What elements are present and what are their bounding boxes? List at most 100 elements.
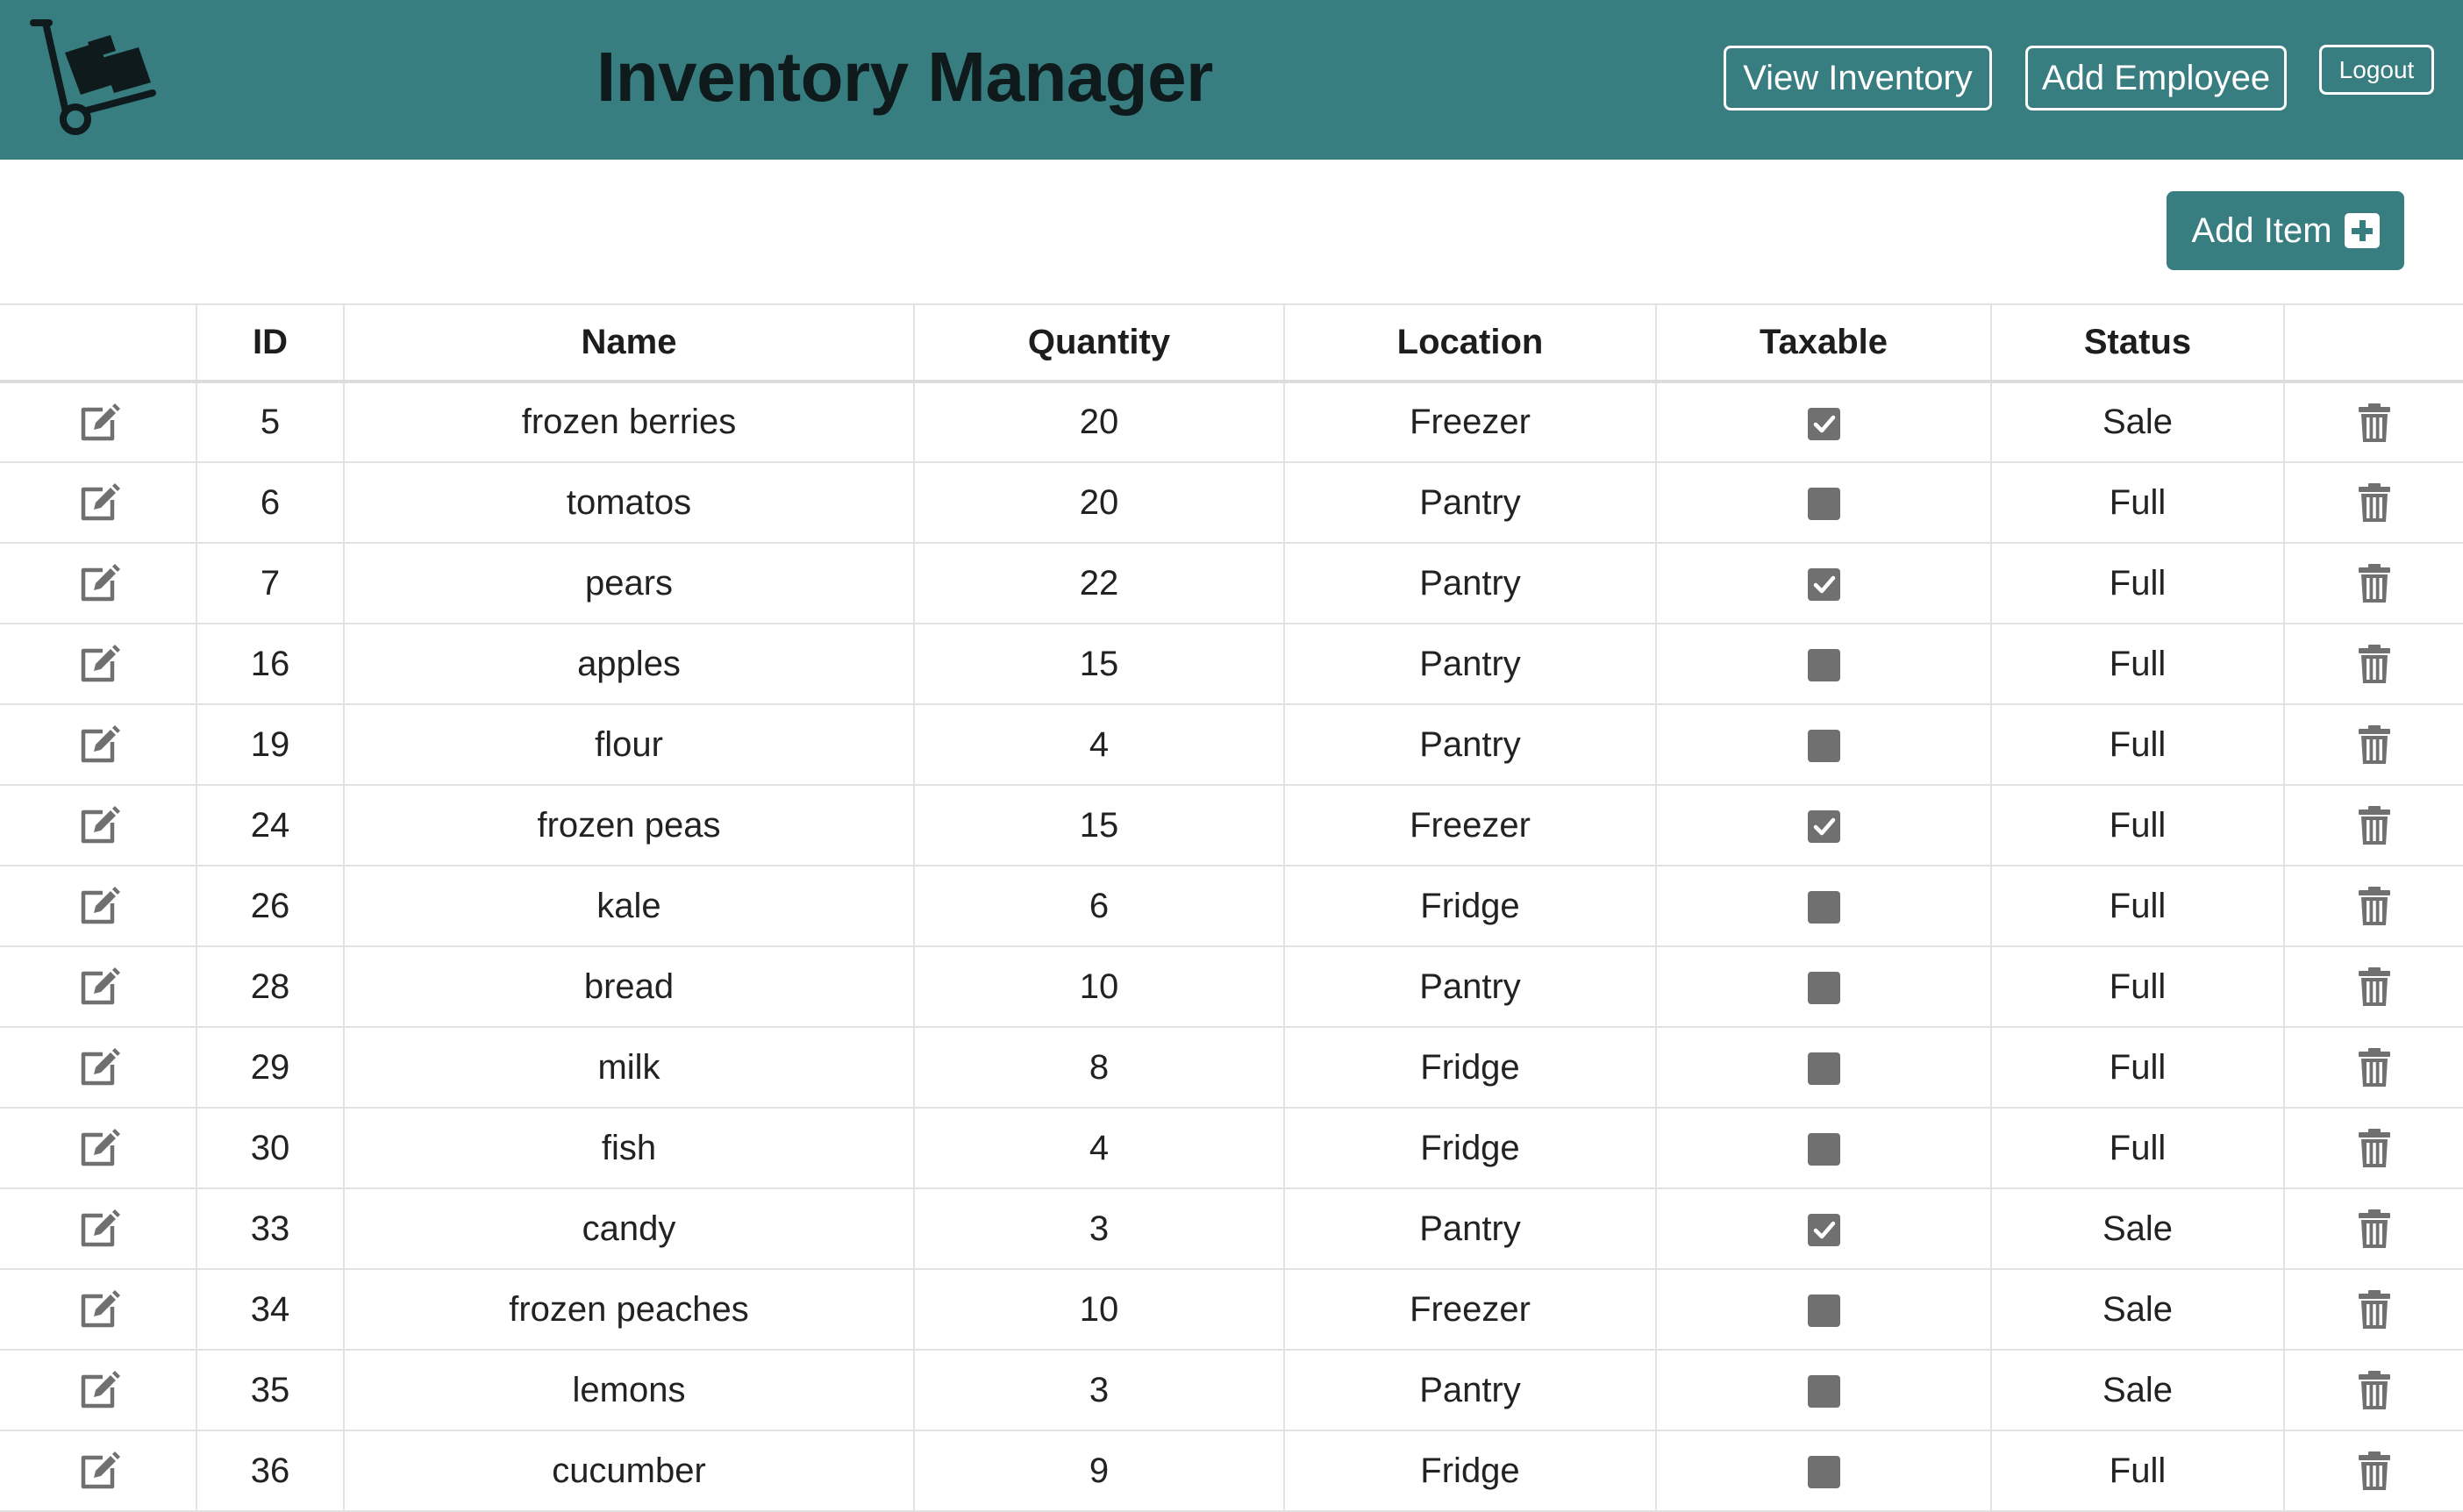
column-header-delete [2284,304,2463,382]
cell-quantity: 3 [914,1188,1285,1269]
cell-quantity: 10 [914,946,1285,1027]
taxable-checkbox[interactable] [1807,1375,1840,1409]
table-row: 36 cucumber 9 Fridge Full [0,1430,2463,1511]
trash-icon[interactable] [2352,1045,2396,1089]
edit-icon[interactable] [76,1368,120,1412]
taxable-checkbox[interactable] [1807,972,1840,1005]
cell-location: Pantry [1284,946,1657,1027]
column-header-location[interactable]: Location [1284,304,1657,382]
cell-location: Fridge [1284,1027,1657,1108]
taxable-checkbox[interactable] [1807,488,1840,521]
delete-cell [2284,785,2463,866]
trash-icon[interactable] [2352,1207,2396,1251]
cell-status: Full [1991,1430,2285,1511]
column-header-edit [0,304,197,382]
taxable-checkbox[interactable] [1807,810,1840,844]
hand-truck-icon [30,19,156,135]
cell-name: frozen berries [344,382,915,462]
trash-icon[interactable] [2352,1126,2396,1170]
column-header-status[interactable]: Status [1991,304,2285,382]
cell-status: Full [1991,1108,2285,1188]
edit-icon[interactable] [76,884,120,928]
taxable-checkbox[interactable] [1807,649,1840,682]
cell-taxable [1656,1108,1992,1188]
column-header-quantity[interactable]: Quantity [914,304,1285,382]
cell-quantity: 20 [914,382,1285,462]
trash-icon[interactable] [2352,965,2396,1009]
trash-icon[interactable] [2352,884,2396,928]
taxable-checkbox[interactable] [1807,1294,1840,1328]
add-item-button[interactable]: Add Item [2167,191,2404,270]
logout-button[interactable]: Logout [2319,45,2434,95]
edit-icon[interactable] [76,1449,120,1493]
taxable-checkbox[interactable] [1807,407,1840,440]
taxable-checkbox[interactable] [1807,891,1840,924]
edit-icon[interactable] [76,803,120,847]
view-inventory-button[interactable]: View Inventory [1724,46,1992,111]
cell-id: 6 [196,462,345,543]
cell-status: Sale [1991,382,2285,462]
cell-location: Pantry [1284,1350,1657,1430]
cell-status: Full [1991,866,2285,946]
cell-location: Pantry [1284,624,1657,704]
cell-id: 24 [196,785,345,866]
edit-cell [0,624,197,704]
taxable-checkbox[interactable] [1807,730,1840,763]
column-header-name[interactable]: Name [344,304,915,382]
cell-taxable [1656,1430,1992,1511]
edit-icon[interactable] [76,401,120,445]
trash-icon[interactable] [2352,642,2396,686]
cell-name: pears [344,543,915,624]
edit-icon[interactable] [76,965,120,1009]
column-header-taxable[interactable]: Taxable [1656,304,1992,382]
taxable-checkbox[interactable] [1807,1133,1840,1166]
table-row: 24 frozen peas 15 Freezer Full [0,785,2463,866]
trash-icon[interactable] [2352,561,2396,605]
cell-taxable [1656,624,1992,704]
trash-icon[interactable] [2352,803,2396,847]
cell-id: 19 [196,704,345,785]
taxable-checkbox[interactable] [1807,1214,1840,1247]
delete-cell [2284,1269,2463,1350]
trash-icon[interactable] [2352,1368,2396,1412]
cell-taxable [1656,866,1992,946]
edit-icon[interactable] [76,642,120,686]
trash-icon[interactable] [2352,1449,2396,1493]
edit-icon[interactable] [76,1207,120,1251]
table-row: 16 apples 15 Pantry Full [0,624,2463,704]
cell-name: flour [344,704,915,785]
column-header-id[interactable]: ID [196,304,345,382]
cell-name: bread [344,946,915,1027]
cell-id: 30 [196,1108,345,1188]
cell-location: Fridge [1284,1108,1657,1188]
table-row: 7 pears 22 Pantry Full [0,543,2463,624]
edit-icon[interactable] [76,1126,120,1170]
trash-icon[interactable] [2352,401,2396,445]
taxable-checkbox[interactable] [1807,1456,1840,1489]
cell-status: Sale [1991,1350,2285,1430]
trash-icon[interactable] [2352,1287,2396,1331]
edit-cell [0,1027,197,1108]
inventory-table-body: 5 frozen berries 20 Freezer Sale 6 tomatos 20 Pa… [0,382,2463,1511]
cell-taxable [1656,704,1992,785]
taxable-checkbox[interactable] [1807,1052,1840,1086]
edit-cell [0,1188,197,1269]
trash-icon[interactable] [2352,723,2396,767]
cell-id: 34 [196,1269,345,1350]
add-employee-button[interactable]: Add Employee [2025,46,2287,111]
edit-icon[interactable] [76,1287,120,1331]
plus-square-icon [2344,213,2380,248]
cell-taxable [1656,1188,1992,1269]
table-header-row: ID Name Quantity Location Taxable Status [0,304,2463,382]
edit-icon[interactable] [76,1045,120,1089]
edit-icon[interactable] [76,561,120,605]
trash-icon[interactable] [2352,481,2396,524]
delete-cell [2284,1350,2463,1430]
cell-taxable [1656,1350,1992,1430]
edit-icon[interactable] [76,481,120,524]
cell-quantity: 4 [914,704,1285,785]
edit-icon[interactable] [76,723,120,767]
edit-cell [0,543,197,624]
table-row: 33 candy 3 Pantry Sale [0,1188,2463,1269]
taxable-checkbox[interactable] [1807,568,1840,602]
